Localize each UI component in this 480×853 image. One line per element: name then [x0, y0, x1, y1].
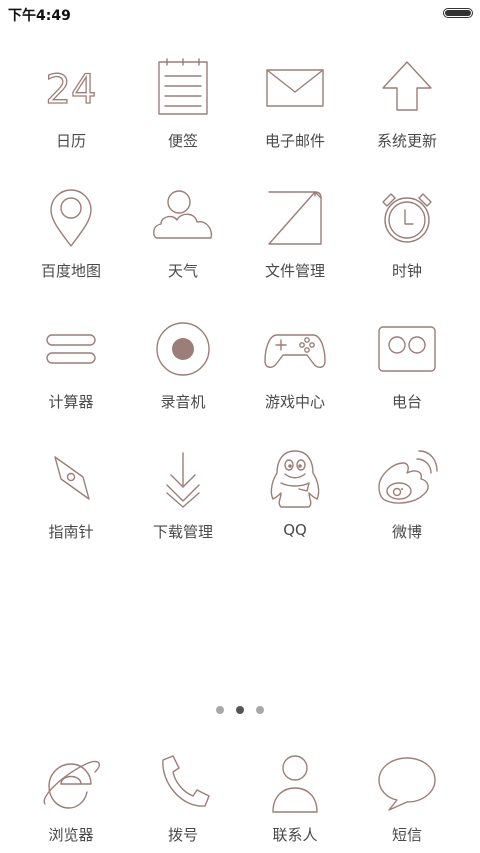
envelope-icon [266, 69, 324, 107]
dock-messages[interactable]: 短信 [352, 752, 462, 845]
contact-icon [272, 755, 318, 813]
app-radio[interactable]: 电台 [352, 317, 462, 412]
app-baidu-map[interactable]: 百度地图 [16, 186, 126, 281]
radio-icon [378, 326, 436, 372]
app-notes[interactable]: 便签 [128, 56, 238, 151]
app-label: QQ [283, 521, 307, 539]
app-label: 计算器 [48, 393, 94, 411]
app-label: 百度地图 [40, 262, 101, 280]
app-download-manager[interactable]: 下载管理 [128, 447, 238, 542]
app-label: 天气 [167, 262, 198, 280]
app-label: 电子邮件 [264, 132, 325, 150]
app-label: 游戏中心 [264, 393, 325, 411]
app-label: 指南针 [48, 523, 94, 541]
calendar-day-number: 24 [46, 67, 97, 113]
up-arrow-icon [382, 61, 432, 111]
alarm-clock-icon [382, 193, 432, 243]
status-bar: 下午4:49 [0, 0, 480, 26]
app-label: 拨号 [167, 826, 198, 844]
phone-icon [162, 755, 210, 807]
app-email[interactable]: 电子邮件 [240, 56, 350, 151]
app-compass[interactable]: 指南针 [16, 447, 126, 542]
app-label: 时钟 [391, 262, 422, 280]
message-bubble-icon [378, 757, 436, 811]
app-label: 录音机 [160, 393, 206, 411]
dock-browser[interactable]: 浏览器 [16, 752, 126, 845]
battery-icon [443, 8, 473, 18]
notepad-icon [158, 58, 208, 115]
app-game-center[interactable]: 游戏中心 [240, 317, 350, 412]
record-icon [156, 322, 210, 376]
weibo-icon [378, 450, 438, 504]
app-label: 下载管理 [152, 523, 213, 541]
calendar-icon: 24 [45, 66, 97, 113]
app-label: 便签 [167, 132, 198, 150]
app-file-manager[interactable]: 文件管理 [240, 186, 350, 281]
page-dot[interactable] [216, 706, 224, 714]
app-label: 电台 [391, 393, 422, 411]
app-recorder[interactable]: 录音机 [128, 317, 238, 412]
gamepad-icon [264, 334, 326, 368]
map-pin-icon [50, 189, 92, 247]
calculator-icon [46, 334, 96, 364]
app-calculator[interactable]: 计算器 [16, 317, 126, 412]
folder-icon [268, 191, 322, 245]
app-label: 系统更新 [376, 132, 437, 150]
app-qq[interactable]: QQ [240, 447, 350, 539]
app-label: 短信 [391, 826, 422, 844]
app-calendar[interactable]: 24 日历 [16, 56, 126, 151]
app-label: 联系人 [272, 826, 318, 844]
page-indicator[interactable] [0, 699, 480, 714]
qq-penguin-icon [270, 450, 320, 508]
app-weibo[interactable]: 微博 [352, 447, 462, 542]
compass-icon [54, 456, 90, 500]
page-dot-active[interactable] [236, 706, 244, 714]
download-icon [166, 452, 200, 508]
dock-dialer[interactable]: 拨号 [128, 752, 238, 845]
app-label: 微博 [391, 523, 422, 541]
status-time: 下午4:49 [8, 8, 71, 24]
app-label: 文件管理 [264, 262, 325, 280]
app-label: 浏览器 [48, 826, 94, 844]
page-dot[interactable] [256, 706, 264, 714]
app-label: 日历 [55, 132, 86, 150]
app-system-update[interactable]: 系统更新 [352, 56, 462, 151]
dock-contacts[interactable]: 联系人 [240, 752, 350, 845]
cloud-sun-icon [153, 190, 213, 239]
app-weather[interactable]: 天气 [128, 186, 238, 281]
browser-icon [43, 760, 101, 809]
battery-level [445, 10, 471, 16]
app-clock[interactable]: 时钟 [352, 186, 462, 281]
